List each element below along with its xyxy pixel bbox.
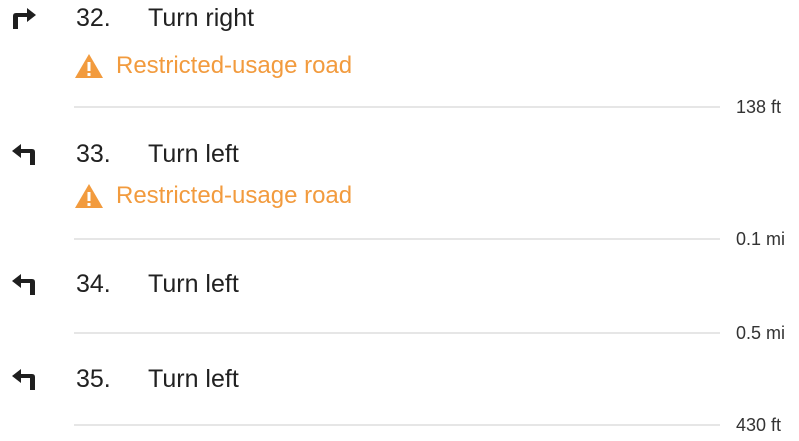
warning-text: Restricted-usage road xyxy=(116,52,353,79)
step-distance: 430 ft xyxy=(736,415,782,435)
step-instruction: Turn left xyxy=(148,270,239,298)
warning-icon xyxy=(75,54,103,78)
step-divider xyxy=(74,106,720,108)
restricted-road-warning: Restricted-usage road xyxy=(74,181,352,211)
step-divider xyxy=(74,424,720,426)
turn-right-icon xyxy=(10,3,38,31)
step-number: 35. xyxy=(76,365,111,393)
step-distance: 138 ft xyxy=(736,97,782,117)
direction-step-34[interactable]: 34. Turn left 0.5 mi xyxy=(0,266,799,343)
direction-step-33[interactable]: 33. Turn left Restricted-usage road 0.1 … xyxy=(0,136,799,252)
warning-text: Restricted-usage road xyxy=(116,182,353,209)
step-number: 33. xyxy=(76,140,111,168)
direction-step-35[interactable]: 35. Turn left 430 ft xyxy=(0,361,799,441)
turn-left-icon xyxy=(10,139,38,167)
step-number: 32. xyxy=(76,4,111,32)
step-distance: 0.5 mi xyxy=(736,323,786,343)
step-instruction: Turn left xyxy=(148,140,239,168)
step-instruction: Turn left xyxy=(148,365,239,393)
step-number: 34. xyxy=(76,270,111,298)
direction-step-32[interactable]: 32. Turn right Restricted-usage road 138… xyxy=(0,0,799,130)
step-divider xyxy=(74,238,720,240)
turn-left-icon xyxy=(10,269,38,297)
restricted-road-warning: Restricted-usage road xyxy=(74,51,352,81)
step-instruction: Turn right xyxy=(148,4,255,32)
step-divider xyxy=(74,332,720,334)
warning-icon xyxy=(75,184,103,208)
step-distance: 0.1 mi xyxy=(736,229,786,249)
turn-left-icon xyxy=(10,364,38,392)
